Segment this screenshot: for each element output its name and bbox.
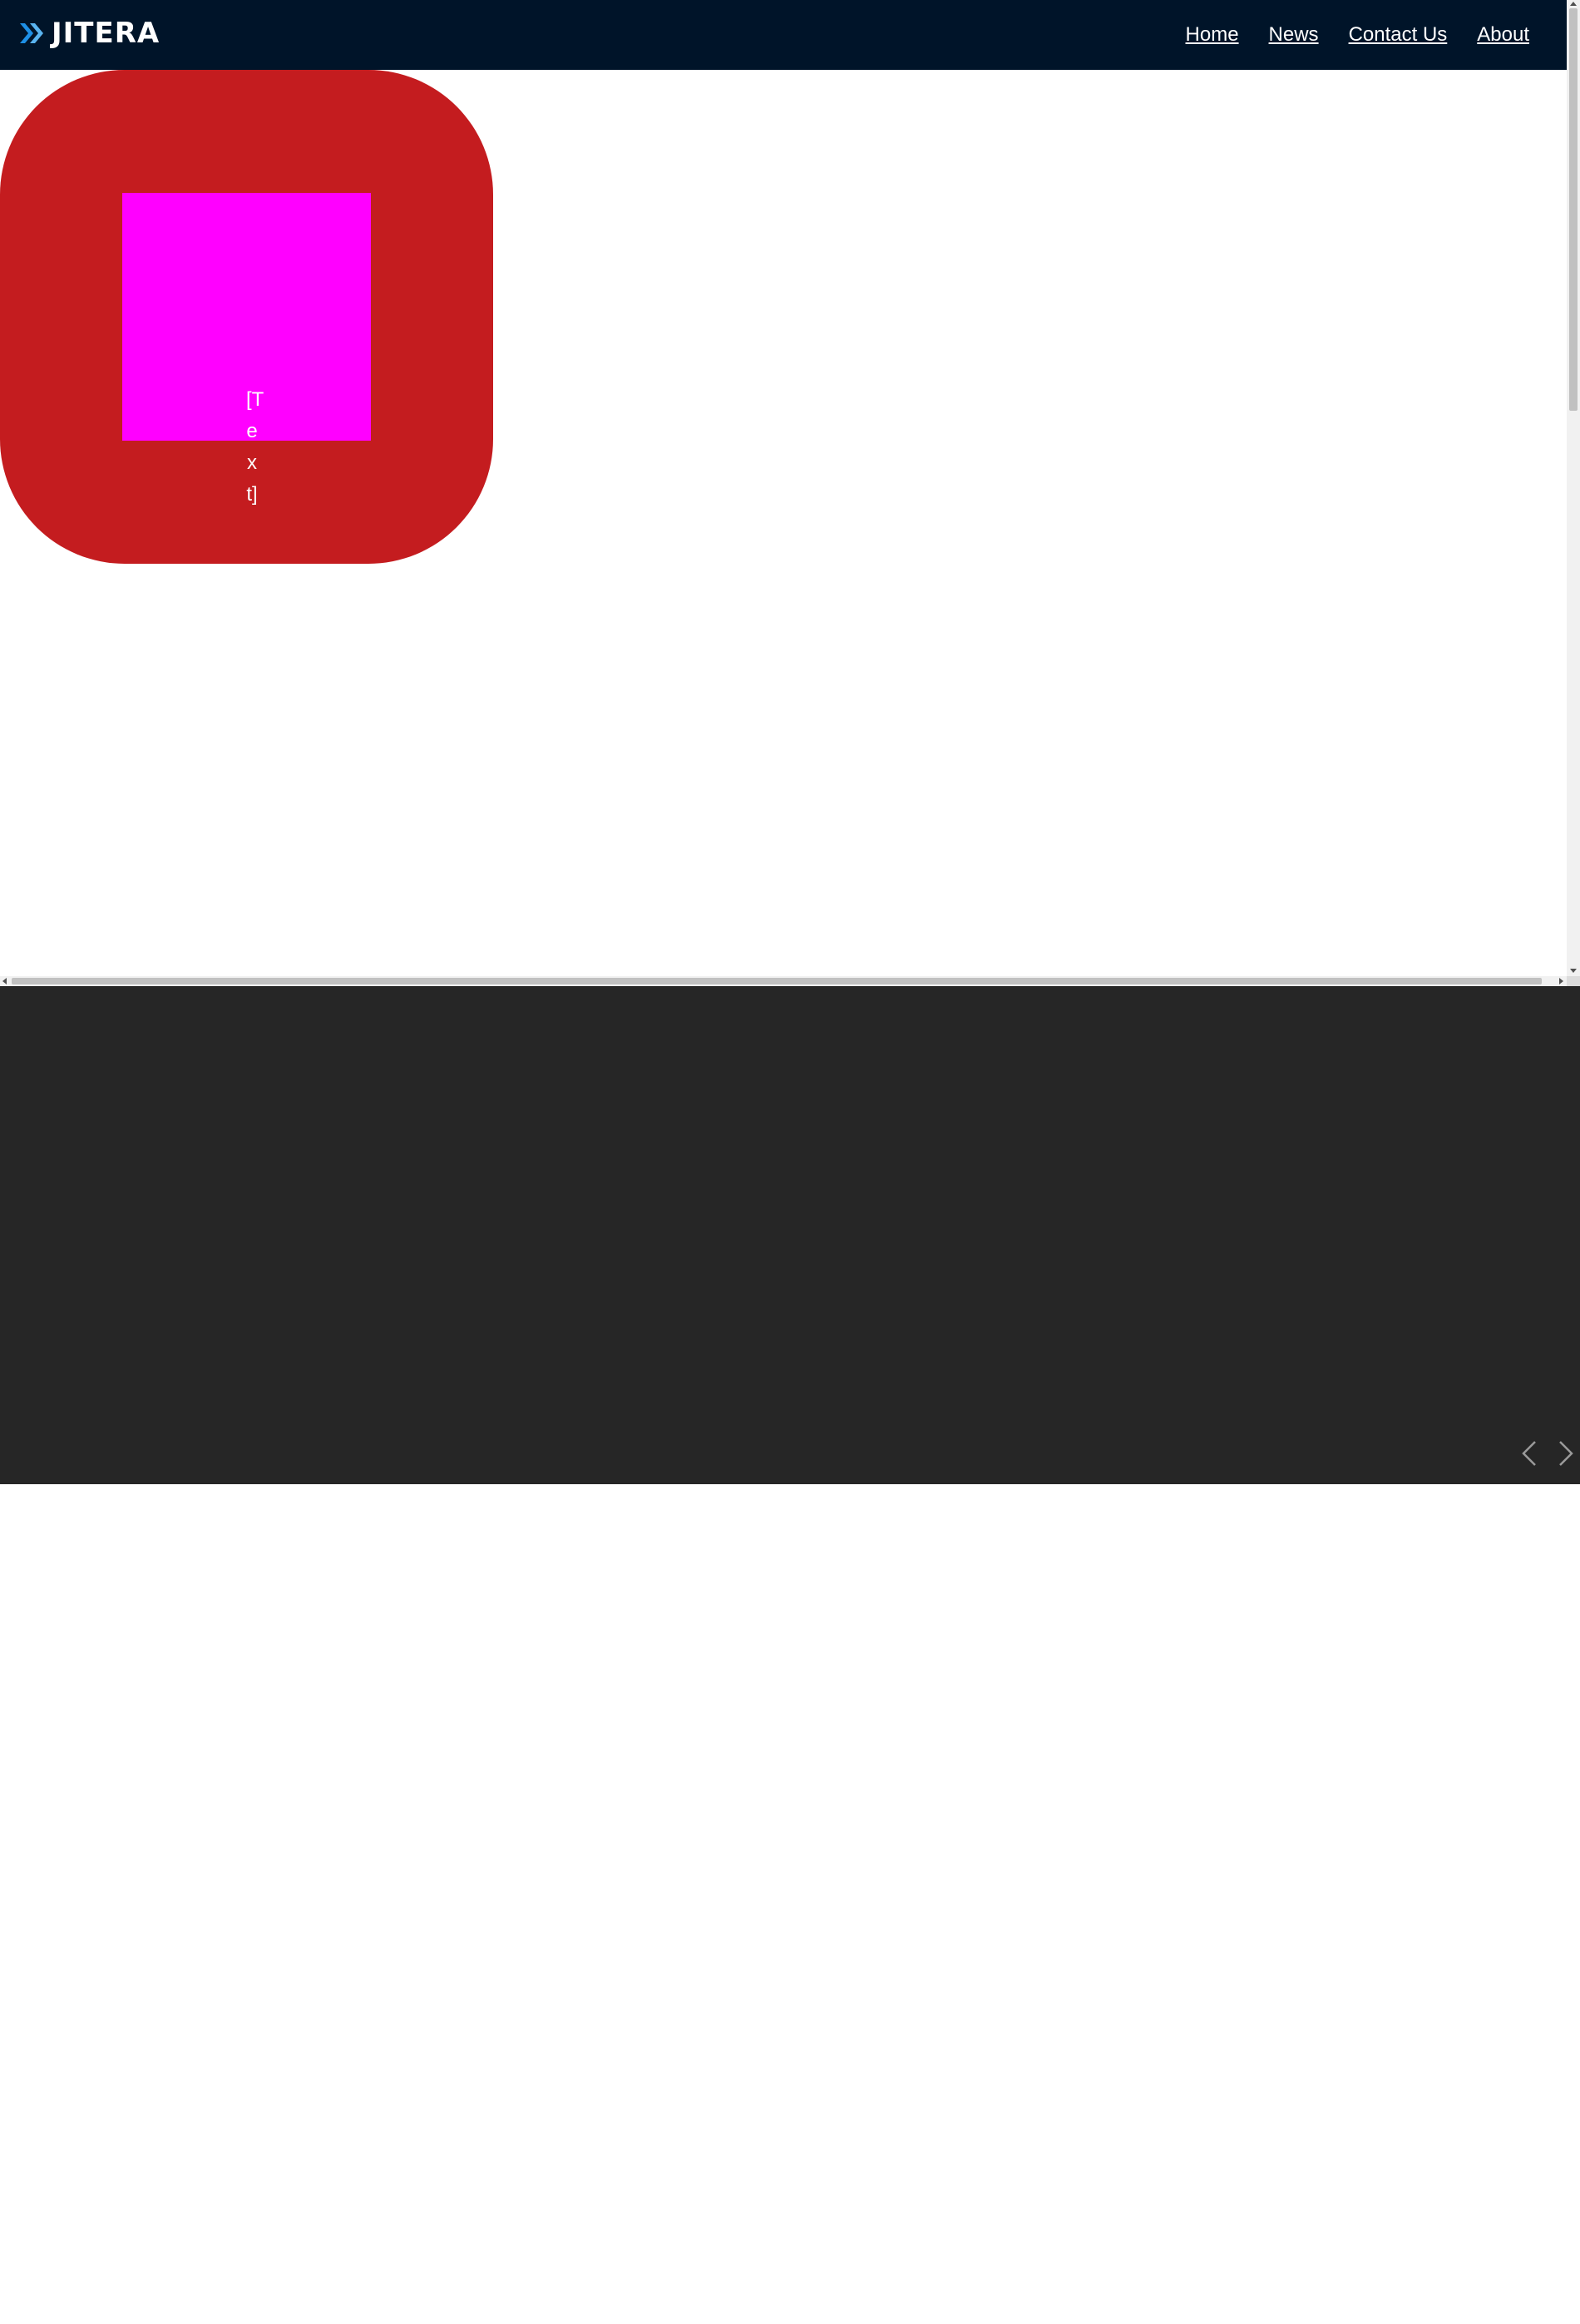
nav-link-home[interactable]: Home	[1186, 22, 1239, 48]
image-slider	[0, 986, 1580, 1484]
horizontal-scrollbar[interactable]	[0, 976, 1567, 986]
hero-card: [Text]	[0, 70, 493, 564]
hero-text: [Text]	[246, 388, 264, 506]
vertical-scrollbar[interactable]	[1567, 0, 1580, 976]
vertical-scroll-thumb[interactable]	[1569, 8, 1578, 411]
logo[interactable]: JITERA	[18, 17, 160, 50]
nav-link-news[interactable]: News	[1269, 22, 1319, 48]
main-nav: Home News Contact Us About	[1186, 22, 1529, 48]
scroll-left-arrow-icon[interactable]	[2, 978, 7, 984]
scroll-up-arrow-icon[interactable]	[1570, 2, 1577, 6]
horizontal-scroll-thumb[interactable]	[12, 978, 1542, 984]
scroll-down-arrow-icon[interactable]	[1570, 969, 1577, 973]
logo-text: JITERA	[52, 17, 160, 50]
app-viewport: JITERA Home News Contact Us About [Text]	[0, 0, 1580, 986]
scroll-right-arrow-icon[interactable]	[1559, 978, 1563, 984]
double-chevron-right-icon	[20, 23, 43, 43]
scrollbar-corner	[1567, 976, 1580, 986]
chevron-left-icon[interactable]	[1518, 1438, 1540, 1468]
top-navbar: JITERA Home News Contact Us About	[0, 0, 1567, 70]
chevron-right-icon[interactable]	[1555, 1438, 1577, 1468]
nav-link-about[interactable]: About	[1477, 22, 1529, 48]
nav-link-contact-us[interactable]: Contact Us	[1349, 22, 1448, 48]
